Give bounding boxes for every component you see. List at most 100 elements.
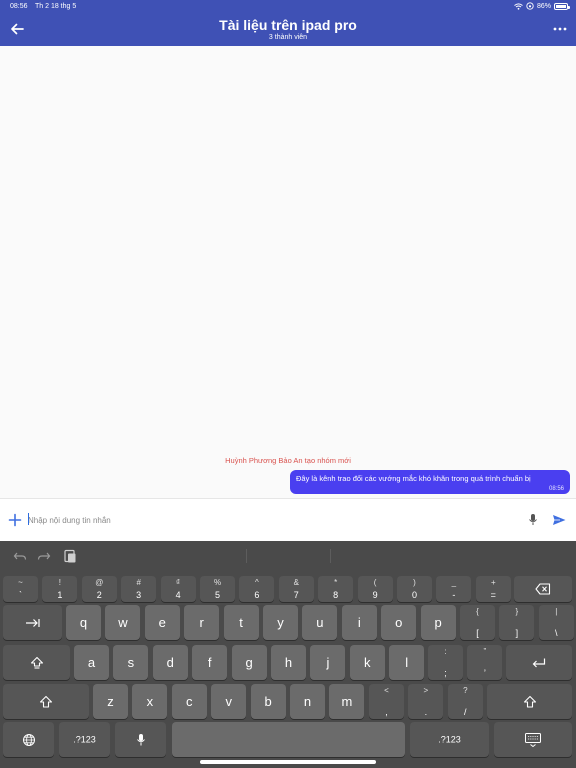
key-letter[interactable]: f — [192, 645, 228, 680]
message-text: Đây là kênh trao đổi các vướng mắc khó k… — [296, 474, 531, 483]
key-letter[interactable]: k — [349, 645, 385, 680]
key-symbol[interactable]: <, — [369, 684, 404, 719]
key-caps-lock[interactable] — [3, 645, 70, 680]
key-label: ] — [515, 628, 519, 638]
key-letter[interactable]: p — [420, 605, 456, 640]
attach-button[interactable] — [8, 513, 22, 527]
home-indicator[interactable] — [200, 760, 376, 764]
key-label: ; — [444, 668, 447, 678]
key-shift-label: * — [334, 578, 338, 587]
key-shift-right[interactable] — [487, 684, 572, 719]
key-letter[interactable]: t — [223, 605, 259, 640]
key-symbol[interactable]: }] — [499, 605, 535, 640]
key-letter[interactable]: z — [93, 684, 128, 719]
key-letter[interactable]: h — [271, 645, 306, 680]
key-dictation[interactable] — [115, 722, 166, 757]
wifi-icon — [514, 2, 523, 10]
send-button[interactable] — [551, 512, 567, 528]
key-shift-left[interactable] — [3, 684, 89, 719]
key-letter[interactable]: x — [132, 684, 168, 719]
message-composer — [0, 498, 576, 541]
key-number[interactable]: ! 1 — [42, 576, 78, 602]
toolbar-divider — [246, 549, 247, 563]
key-letter[interactable]: a — [74, 645, 109, 680]
key-letter[interactable]: m — [329, 684, 365, 719]
key-number[interactable]: * 8 — [318, 576, 354, 602]
undo-button[interactable] — [12, 548, 28, 564]
chat-area[interactable]: Huỳnh Phương Bảo An tạo nhóm mới Đây là … — [0, 46, 576, 498]
globe-icon — [22, 733, 35, 746]
key-symbol[interactable]: ”’ — [467, 645, 503, 680]
key-letter[interactable]: y — [263, 605, 298, 640]
key-shift-label: ( — [373, 578, 377, 587]
key-delete[interactable] — [514, 576, 572, 602]
key-letter[interactable]: j — [310, 645, 346, 680]
status-bar: 08:56 Th 2 18 thg 5 86% — [0, 0, 576, 13]
voice-button[interactable] — [526, 512, 540, 528]
key-number[interactable]: #3 — [121, 576, 157, 602]
key-number[interactable]: & 7 — [278, 576, 314, 602]
key-return[interactable] — [506, 645, 572, 680]
key-letter[interactable]: e — [144, 605, 180, 640]
key-label: e — [158, 614, 166, 630]
caps-lock-icon — [30, 656, 43, 669]
key-tab[interactable] — [3, 605, 62, 640]
key-letter[interactable]: q — [66, 605, 101, 640]
key-symbol[interactable]: {[ — [460, 605, 495, 640]
key-letter[interactable]: n — [290, 684, 325, 719]
key-numbers-right[interactable]: .?123 — [410, 722, 489, 757]
key-symbol[interactable]: ? / — [447, 684, 483, 719]
key-letter[interactable]: w — [105, 605, 141, 640]
message-bubble[interactable]: Đây là kênh trao đổi các vướng mắc khó k… — [290, 470, 570, 494]
key-number[interactable]: _ - — [436, 576, 472, 602]
key-letter[interactable]: d — [152, 645, 188, 680]
key-letter[interactable]: i — [341, 605, 377, 640]
key-label: v — [225, 693, 232, 709]
key-label: ` — [19, 590, 22, 600]
key-label: 7 — [293, 590, 299, 600]
key-letter[interactable]: l — [389, 645, 425, 680]
key-label: m — [341, 693, 353, 709]
key-letter[interactable]: c — [171, 684, 207, 719]
status-time: 08:56 — [10, 3, 28, 10]
shift-icon — [39, 695, 53, 708]
key-label: b — [264, 693, 272, 709]
key-label: i — [357, 614, 361, 630]
key-symbol[interactable]: :; — [428, 645, 463, 680]
paste-button[interactable] — [62, 548, 78, 564]
key-letter[interactable]: u — [302, 605, 338, 640]
key-letter[interactable]: b — [250, 684, 286, 719]
keyboard-dismiss-icon — [525, 732, 541, 747]
key-label: \ — [555, 628, 558, 638]
more-button[interactable] — [552, 22, 568, 36]
keyboard-shortcut-bar — [0, 541, 576, 571]
toolbar-divider — [330, 549, 331, 563]
key-shift-label: } — [515, 607, 519, 616]
redo-button[interactable] — [36, 548, 52, 564]
key-number[interactable]: ~ ` — [3, 576, 38, 602]
key-letter[interactable]: s — [113, 645, 149, 680]
key-number[interactable]: ^ 6 — [239, 576, 275, 602]
key-letter[interactable]: o — [381, 605, 417, 640]
key-shift-label: _ — [451, 578, 457, 587]
key-number[interactable]: ) 0 — [397, 576, 432, 602]
key-dismiss-keyboard[interactable] — [494, 722, 572, 757]
key-letter[interactable]: v — [211, 684, 247, 719]
onscreen-keyboard: .?123 .?123 ~ `! 1 @2 #3 ₫ 4% 5 ^ 6 & 7 * 8(9) 0 _ - + = q w… — [0, 541, 576, 768]
message-input[interactable] — [28, 512, 508, 529]
key-number[interactable]: + = — [475, 576, 511, 602]
key-letter[interactable]: g — [231, 645, 267, 680]
key-number[interactable]: @2 — [81, 576, 117, 602]
key-symbol[interactable]: | \ — [538, 605, 574, 640]
key-space[interactable] — [172, 722, 405, 757]
key-symbol[interactable]: >. — [408, 684, 444, 719]
key-label: n — [303, 693, 312, 709]
key-letter[interactable]: r — [184, 605, 220, 640]
key-numbers-left[interactable]: .?123 — [59, 722, 110, 757]
key-number[interactable]: % 5 — [200, 576, 235, 602]
key-globe[interactable] — [3, 722, 54, 757]
key-label: t — [239, 614, 243, 630]
key-shift-label: ~ — [18, 578, 23, 587]
key-number[interactable]: (9 — [357, 576, 393, 602]
key-number[interactable]: ₫ 4 — [160, 576, 196, 602]
